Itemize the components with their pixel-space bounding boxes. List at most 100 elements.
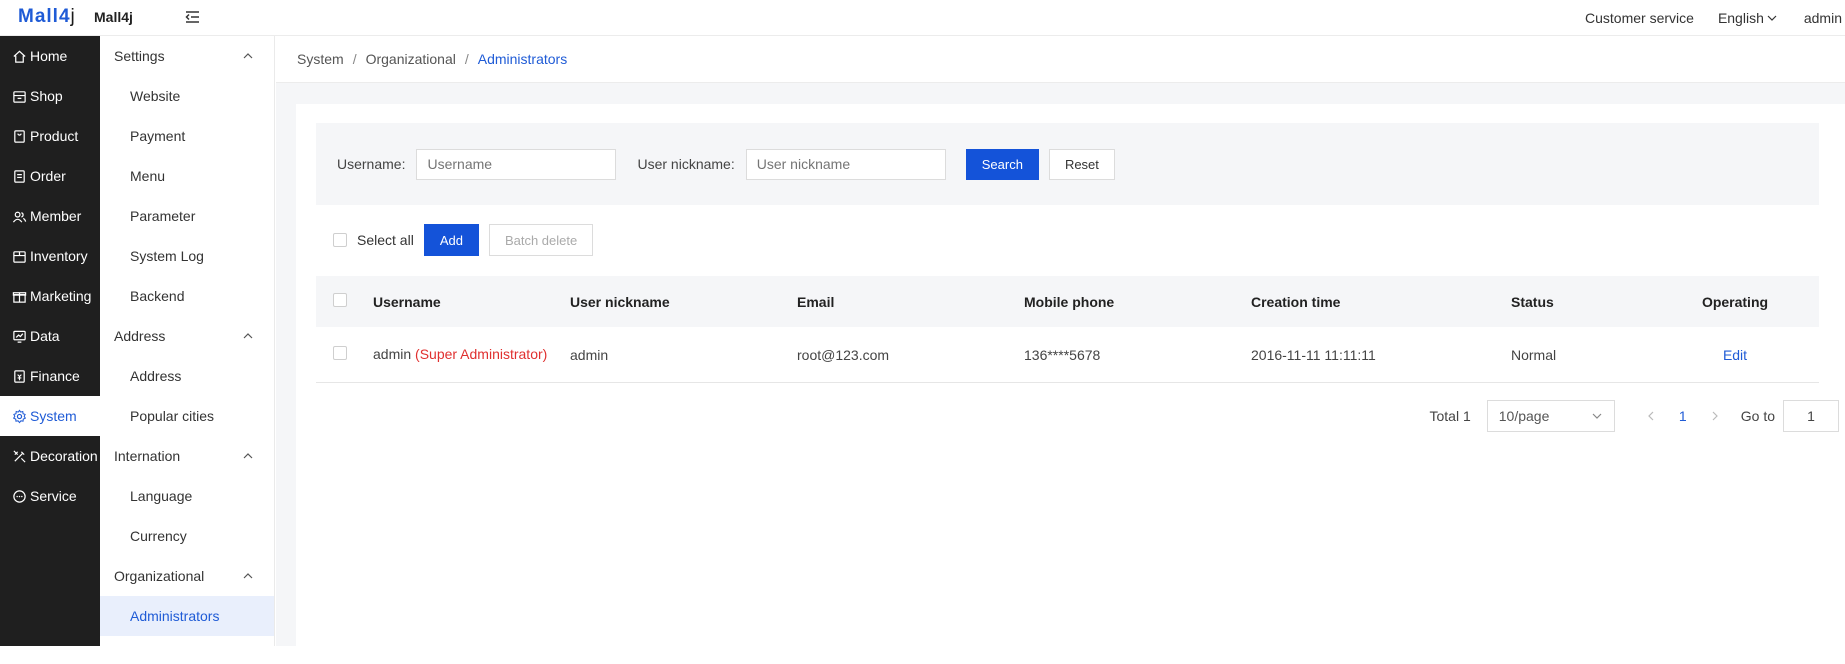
secondary-nav: Settings Website Payment Menu Parameter … (100, 36, 275, 646)
cell-email: root@123.com (797, 346, 890, 363)
logo[interactable]: Mall4j (18, 6, 76, 28)
goto-page-input[interactable] (1783, 400, 1839, 432)
rail-item-data[interactable]: Data (0, 316, 100, 356)
edit-link[interactable]: Edit (1723, 347, 1747, 363)
submenu-item-address[interactable]: Address (100, 356, 274, 396)
super-admin-tag: (Super Administrator) (415, 346, 548, 362)
customer-service-link[interactable]: Customer service (1585, 10, 1694, 26)
column-email: Email (797, 293, 835, 310)
rail-item-finance[interactable]: Finance (0, 356, 100, 396)
breadcrumb-system[interactable]: System (297, 51, 344, 67)
data-icon (13, 330, 26, 343)
cell-username: admin (Super Administrator) (373, 346, 548, 362)
select-all-label[interactable]: Select all (357, 232, 414, 248)
username-label: Username: (337, 156, 406, 172)
language-label: English (1717, 10, 1764, 26)
nickname-input[interactable] (745, 148, 946, 180)
submenu-group-settings[interactable]: Settings (100, 36, 274, 76)
submenu-group-internation[interactable]: Internation (100, 436, 274, 476)
breadcrumb-administrators: Administrators (477, 51, 568, 67)
submenu-item-language[interactable]: Language (100, 476, 274, 516)
column-creation-time: Creation time (1251, 293, 1341, 310)
marketing-icon (12, 291, 27, 303)
chevron-up-icon (243, 53, 253, 59)
column-nickname: User nickname (570, 293, 670, 310)
gear-icon (12, 409, 27, 423)
column-operating: Operating (1701, 293, 1769, 310)
language-dropdown[interactable]: English (1718, 10, 1778, 26)
breadcrumb: System / Organizational / Administrators (276, 36, 1845, 83)
submenu-item-menu[interactable]: Menu (100, 156, 274, 196)
service-icon (13, 489, 26, 503)
submenu-group-address[interactable]: Address (100, 316, 274, 356)
submenu-item-backend[interactable]: Backend (100, 276, 274, 316)
column-status: Status (1511, 293, 1554, 310)
shop-icon (13, 90, 26, 103)
column-mobile: Mobile phone (1024, 293, 1115, 310)
cell-nickname: admin (570, 346, 609, 363)
submenu-item-popular-cities[interactable]: Popular cities (100, 396, 274, 436)
primary-nav: Home Shop Product Order Member Inventory… (0, 36, 100, 646)
chevron-right-icon (1712, 411, 1718, 421)
user-menu[interactable]: admin (1804, 10, 1842, 26)
rail-item-product[interactable]: Product (0, 116, 100, 156)
submenu-item-payment[interactable]: Payment (100, 116, 274, 156)
rail-item-decoration[interactable]: Decoration (0, 436, 100, 476)
breadcrumb-organizational[interactable]: Organizational (366, 51, 456, 67)
content-card: Username: User nickname: Search Reset Se… (296, 104, 1845, 664)
table-header: Username User nickname Email Mobile phon… (316, 276, 1819, 327)
chevron-up-icon (243, 333, 253, 339)
chevron-down-icon (1592, 413, 1602, 419)
username-input[interactable] (416, 148, 617, 180)
pagination-total: Total 1 (1429, 408, 1471, 424)
cell-creation-time: 2016-11-11 11:11:11 (1251, 346, 1376, 363)
goto-label: Go to (1740, 408, 1775, 424)
table-row: admin (Super Administrator) admin root@1… (316, 327, 1819, 383)
rail-item-marketing[interactable]: Marketing (0, 276, 100, 316)
breadcrumb-separator: / (352, 51, 357, 67)
rail-item-home[interactable]: Home (0, 36, 100, 76)
add-button[interactable]: Add (423, 224, 479, 256)
table-toolbar: Select all Add Batch delete (316, 224, 603, 256)
chevron-up-icon (243, 453, 253, 459)
home-icon (13, 50, 26, 63)
submenu-item-currency[interactable]: Currency (100, 516, 274, 556)
member-icon (12, 211, 27, 223)
inventory-icon (13, 250, 26, 263)
batch-delete-button[interactable]: Batch delete (488, 224, 594, 256)
submenu-item-system-log[interactable]: System Log (100, 236, 274, 276)
rail-item-shop[interactable]: Shop (0, 76, 100, 116)
reset-button[interactable]: Reset (1048, 148, 1115, 180)
decoration-icon (13, 449, 26, 463)
search-button[interactable]: Search (965, 148, 1039, 180)
select-all-checkbox[interactable] (333, 233, 347, 247)
rail-item-service[interactable]: Service (0, 476, 100, 516)
submenu-item-parameter[interactable]: Parameter (100, 196, 274, 236)
cell-status: Normal (1511, 346, 1557, 363)
top-header: Mall4j Mall4j Customer service English a… (0, 0, 1845, 36)
rail-item-member[interactable]: Member (0, 196, 100, 236)
collapse-menu-icon[interactable] (183, 8, 201, 26)
rail-item-order[interactable]: Order (0, 156, 100, 196)
submenu-item-website[interactable]: Website (100, 76, 274, 116)
submenu-item-administrators[interactable]: Administrators (100, 596, 274, 636)
row-checkbox[interactable] (333, 346, 347, 360)
page-size-select[interactable]: 10/page (1486, 400, 1615, 432)
cell-mobile: 136****5678 (1024, 346, 1101, 363)
nickname-label: User nickname: (637, 156, 735, 172)
column-username: Username (373, 293, 441, 310)
product-icon (14, 129, 25, 143)
chevron-left-icon (1647, 411, 1654, 421)
rail-item-inventory[interactable]: Inventory (0, 236, 100, 276)
search-panel: Username: User nickname: Search Reset (316, 123, 1819, 205)
next-page-button[interactable] (1699, 400, 1731, 432)
main-content: System / Organizational / Administrators… (276, 36, 1845, 664)
breadcrumb-separator: / (464, 51, 469, 67)
pagination: Total 1 10/page 1 Go to (1429, 400, 1839, 432)
finance-icon (14, 369, 25, 383)
prev-page-button[interactable] (1635, 400, 1667, 432)
submenu-group-organizational[interactable]: Organizational (100, 556, 274, 596)
rail-item-system[interactable]: System (0, 396, 100, 436)
page-number-current[interactable]: 1 (1667, 400, 1699, 432)
header-checkbox[interactable] (333, 293, 347, 307)
